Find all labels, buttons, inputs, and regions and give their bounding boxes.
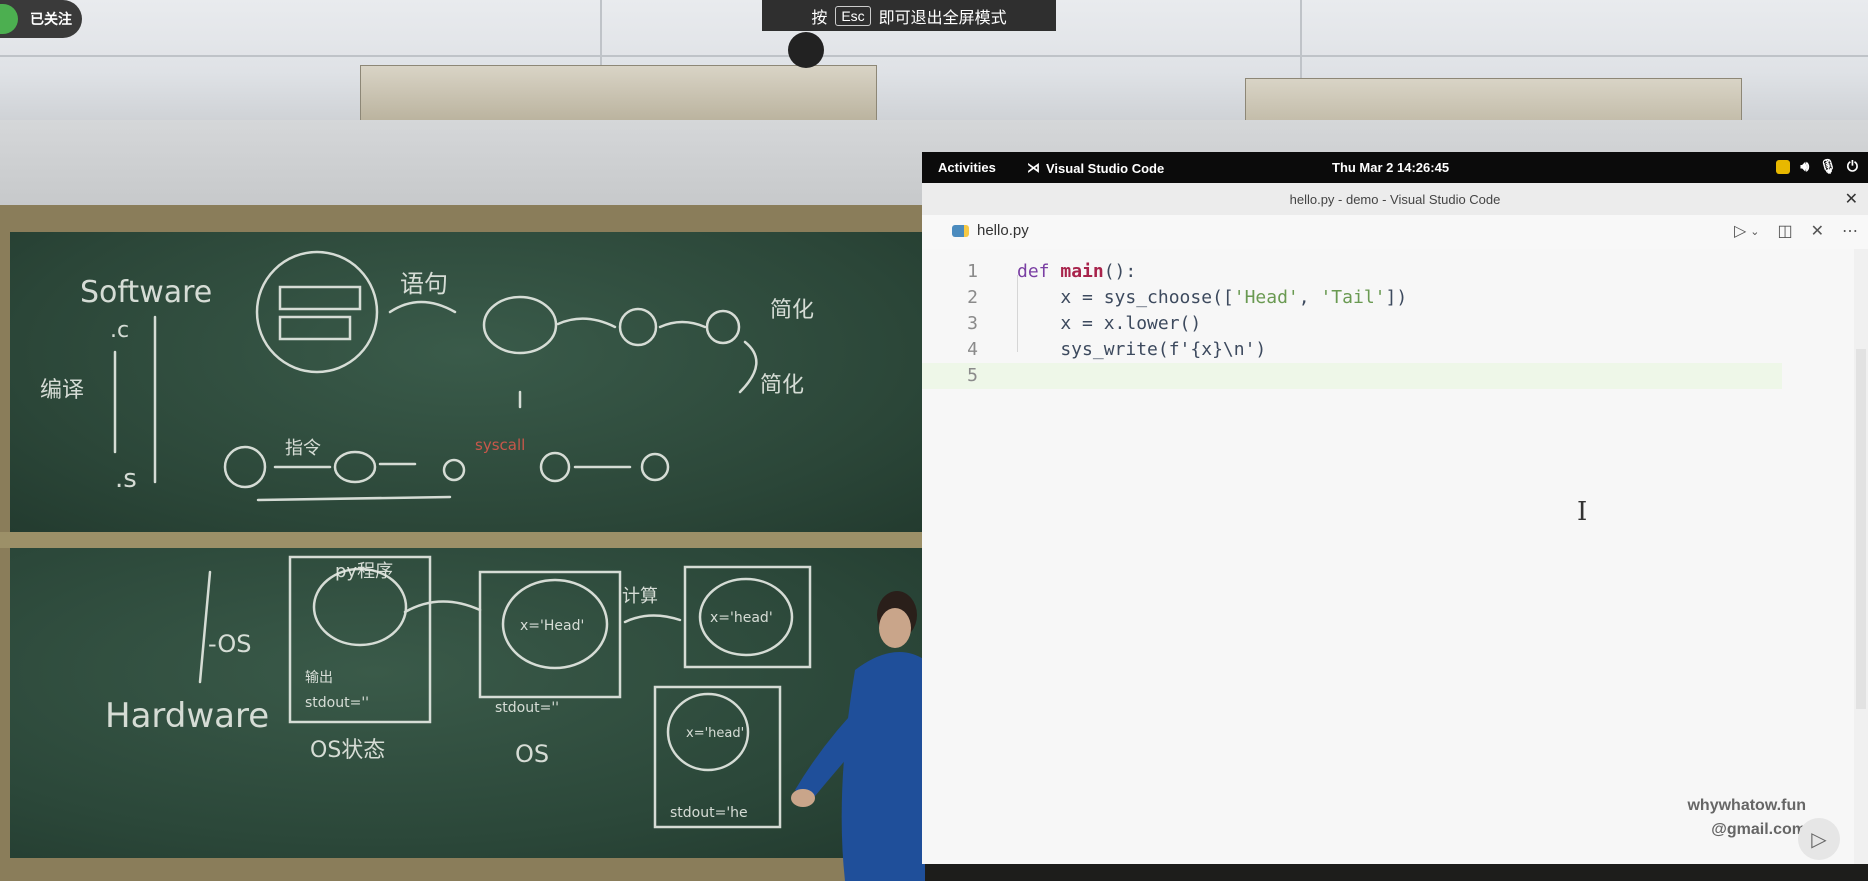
editor-tab-bar: hello.py ▷ ⌄ ◫ ✕ ⋯ xyxy=(922,215,1868,249)
string-tail: 'Tail' xyxy=(1320,287,1386,308)
editor-scrollbar[interactable] xyxy=(1854,249,1868,864)
volume-icon[interactable]: 🔊︎ xyxy=(1800,158,1809,175)
esc-hint-suffix: 即可退出全屏模式 xyxy=(878,9,1007,27)
power-icon[interactable]: ⏻ xyxy=(1847,158,1858,175)
chalk-x-head-2: x='head' xyxy=(710,610,773,626)
clock[interactable]: Thu Mar 2 14:26:45 xyxy=(1332,160,1449,175)
chalk-stdout-1: stdout='' xyxy=(305,695,369,711)
chalk-simplify-1: 简化 xyxy=(770,298,814,323)
python-file-icon xyxy=(952,224,969,237)
avatar xyxy=(0,4,18,34)
tab-label: hello.py xyxy=(977,222,1029,239)
chalk-compute: 计算 xyxy=(622,586,658,607)
line-number: 4 xyxy=(967,339,978,360)
chalk-py-program: py程序 xyxy=(335,561,393,582)
accessibility-icon[interactable] xyxy=(1776,159,1791,174)
activities-button[interactable]: Activities xyxy=(938,160,996,175)
chevron-down-icon[interactable]: ⌄ xyxy=(1750,225,1759,241)
chalk-os: OS xyxy=(515,740,549,768)
code-line-current[interactable]: 5 xyxy=(922,363,1782,389)
follow-label: 已关注 xyxy=(30,11,72,27)
esc-key: Esc xyxy=(835,5,871,26)
chalk-os-arrow: -OS xyxy=(208,630,251,658)
line-code: sys_write(f'{x}\n') xyxy=(1017,339,1267,360)
line-code: x = sys_choose(['Head', 'Tail']) xyxy=(1017,287,1407,308)
chalk-output: 输出 xyxy=(305,670,333,686)
code-line[interactable]: 4 sys_write(f'{x}\n') xyxy=(922,337,1782,363)
line-number: 2 xyxy=(967,287,978,308)
chalk-simplify-2: 简化 xyxy=(760,373,804,398)
code-editor[interactable]: 1 def main(): 2 x = sys_choose(['Head', … xyxy=(922,249,1868,864)
ceiling-camera xyxy=(788,32,824,68)
code-text: x = sys_choose([ xyxy=(1017,287,1234,308)
follow-badge[interactable]: 已关注 xyxy=(0,0,82,38)
chalk-compile: 编译 xyxy=(40,378,84,403)
code-text: ]) xyxy=(1385,287,1408,308)
fullscreen-exit-hint: 按 Esc 即可退出全屏模式 xyxy=(762,0,1056,31)
watermark-line1: whywhatow.fun xyxy=(1687,797,1806,814)
video-play-button[interactable]: ▷ xyxy=(1798,818,1840,860)
chalk-dot-c: .c xyxy=(110,318,129,343)
scrollbar-thumb[interactable] xyxy=(1856,349,1866,709)
projected-screen: Activities ⋊ Visual Studio Code Thu Mar … xyxy=(922,152,1868,864)
chalk-hardware: Hardware xyxy=(105,696,269,736)
chalk-x-head-1: x='Head' xyxy=(520,618,584,634)
function-name: main xyxy=(1060,261,1104,282)
line-code: def main(): xyxy=(1017,261,1136,282)
window-titlebar: hello.py - demo - Visual Studio Code ✕ xyxy=(922,183,1868,216)
chalk-os-state: OS状态 xyxy=(310,738,385,763)
split-editor-icon[interactable]: ◫ xyxy=(1777,221,1792,241)
line-number: 3 xyxy=(967,313,978,334)
string-head: 'Head' xyxy=(1233,287,1299,308)
more-actions-icon[interactable]: ⋯ xyxy=(1842,221,1858,241)
app-menu[interactable]: ⋊ Visual Studio Code xyxy=(1027,160,1164,176)
run-icon[interactable]: ▷ xyxy=(1734,221,1746,241)
signature: (): xyxy=(1103,261,1137,282)
microphone-icon[interactable]: 🎙︎ xyxy=(1819,158,1837,175)
chalk-x-head-3: x='head' xyxy=(686,726,744,741)
editor-actions: ▷ ⌄ ◫ ✕ ⋯ xyxy=(1734,221,1858,241)
chalk-stdout-3: stdout='he xyxy=(670,805,748,821)
code-text: , xyxy=(1298,287,1321,308)
keyword-def: def xyxy=(1017,261,1050,282)
window-title: hello.py - demo - Visual Studio Code xyxy=(1289,192,1501,207)
code-line[interactable]: 2 x = sys_choose(['Head', 'Tail']) xyxy=(922,285,1782,311)
esc-hint-prefix: 按 xyxy=(811,9,828,27)
gnome-top-bar: Activities ⋊ Visual Studio Code Thu Mar … xyxy=(922,152,1868,183)
line-code: x = x.lower() xyxy=(1017,313,1202,334)
chalk-stdout-2: stdout='' xyxy=(495,700,559,716)
chalk-syscall: syscall xyxy=(475,436,525,454)
line-number: 1 xyxy=(967,261,978,282)
chalk-software: Software xyxy=(80,275,212,310)
app-name: Visual Studio Code xyxy=(1046,160,1165,176)
chalk-dot-s: .s xyxy=(115,464,137,494)
chalk-instruction: 指令 xyxy=(285,438,321,459)
text-cursor-icon: I xyxy=(1577,497,1588,527)
close-window-button[interactable]: ✕ xyxy=(1845,189,1858,209)
lecturer xyxy=(791,591,925,881)
code-line[interactable]: 1 def main(): xyxy=(922,259,1782,285)
vscode-icon: ⋊ xyxy=(1027,160,1040,175)
system-tray[interactable]: 🔊︎ 🎙︎ ⏻ xyxy=(1776,158,1858,175)
line-number: 5 xyxy=(967,365,978,386)
play-icon: ▷ xyxy=(1811,828,1827,851)
close-icon[interactable]: ✕ xyxy=(1811,221,1824,241)
ceiling-seam xyxy=(0,55,1868,57)
tab-hello-py[interactable]: hello.py xyxy=(952,222,1029,239)
chalk-statement: 语句 xyxy=(400,270,448,298)
watermark-line2: @gmail.com xyxy=(1711,821,1806,838)
watermark: whywhatow.fun @gmail.com xyxy=(1687,794,1806,842)
code-line[interactable]: 3 x = x.lower() xyxy=(922,311,1782,337)
